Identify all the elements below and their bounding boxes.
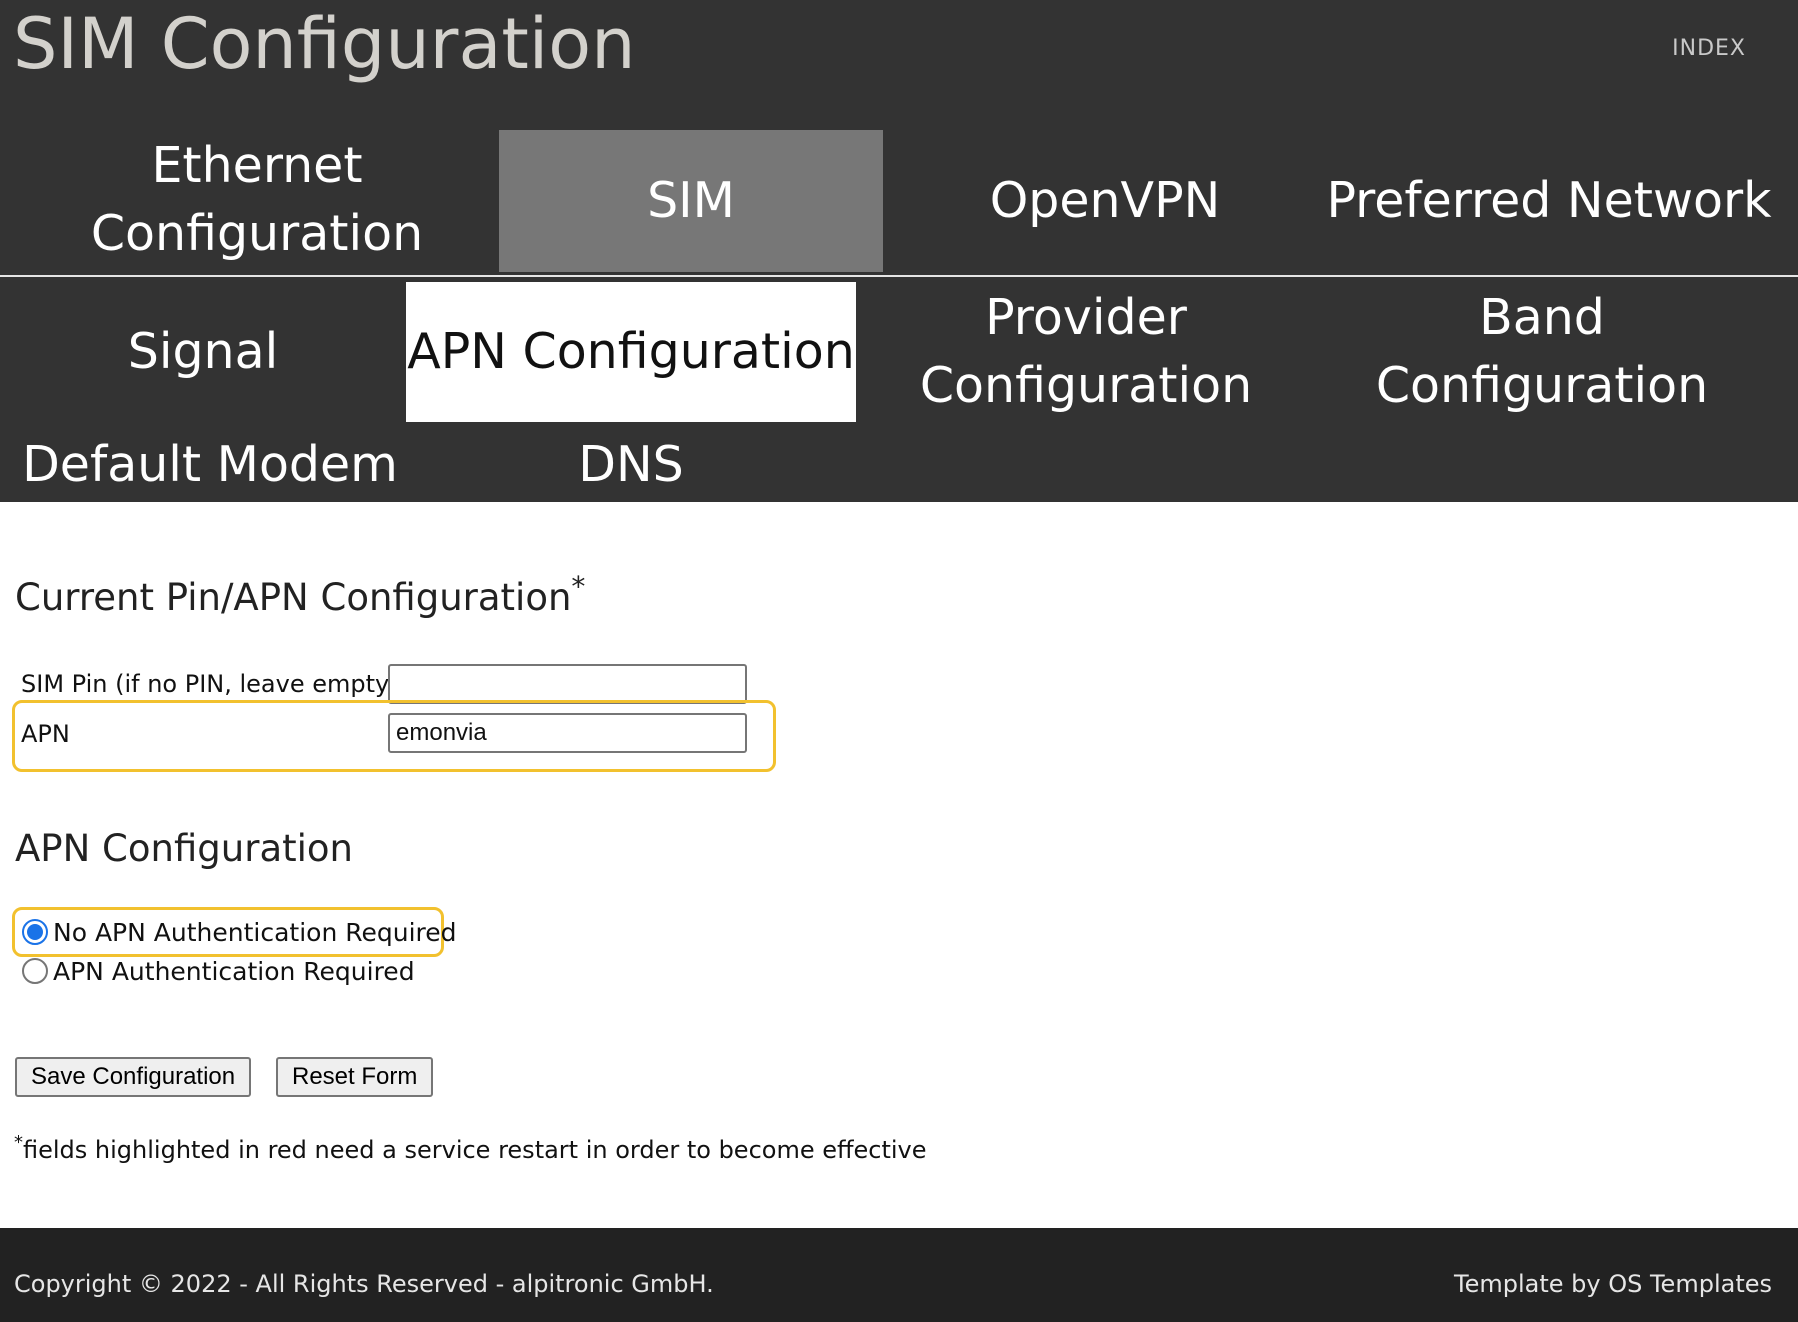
tab-openvpn[interactable]: OpenVPN xyxy=(910,130,1300,272)
radio-apn-auth[interactable]: APN Authentication Required xyxy=(22,952,415,990)
save-configuration-button[interactable]: Save Configuration xyxy=(15,1057,252,1097)
subtab-default-modem[interactable]: Default Modem xyxy=(0,430,420,500)
nav-divider xyxy=(0,275,1798,277)
apn-row: APN xyxy=(13,700,777,772)
radio-label: APN Authentication Required xyxy=(53,956,415,986)
tab-sim[interactable]: SIM xyxy=(499,130,883,272)
tab-label: Ethernet xyxy=(151,137,363,194)
apn-label: APN xyxy=(21,720,70,748)
main-content: Current Pin/APN Configuration* SIM Pin (… xyxy=(0,502,1798,1228)
subtab-label: DNS xyxy=(578,436,684,493)
subtab-label: APN Configuration xyxy=(407,323,855,380)
subtab-label: Configuration xyxy=(1375,357,1709,414)
sim-pin-input[interactable] xyxy=(388,664,747,704)
radio-label: No APN Authentication Required xyxy=(53,917,457,947)
subtab-signal[interactable]: Signal xyxy=(0,282,406,422)
subtab-band-configuration[interactable]: Band Configuration xyxy=(1340,282,1744,422)
tab-label: OpenVPN xyxy=(989,172,1221,229)
subtab-label: Configuration xyxy=(919,357,1253,414)
tab-label: Configuration xyxy=(90,205,424,262)
section-title-text: Current Pin/APN Configuration xyxy=(15,576,572,619)
page-title: SIM Configuration xyxy=(13,3,636,85)
tab-label: SIM xyxy=(647,172,735,229)
sim-pin-label: SIM Pin (if no PIN, leave empty) xyxy=(21,670,399,698)
reset-form-button[interactable]: Reset Form xyxy=(276,1057,434,1097)
subtab-label: Provider xyxy=(985,289,1187,346)
apn-input[interactable] xyxy=(388,713,747,753)
tab-preferred-network[interactable]: Preferred Network xyxy=(1310,130,1788,272)
subtab-label: Band xyxy=(1479,289,1605,346)
subtab-label: Default Modem xyxy=(22,436,398,493)
tab-ethernet-configuration[interactable]: Ethernet Configuration xyxy=(0,130,514,270)
site-footer: Copyright © 2022 - All Rights Reserved -… xyxy=(0,1228,1798,1322)
radio-button-selected[interactable] xyxy=(22,919,48,945)
radio-button[interactable] xyxy=(22,958,48,984)
subtab-apn-configuration[interactable]: APN Configuration xyxy=(406,282,856,422)
radio-no-apn-auth[interactable]: No APN Authentication Required xyxy=(22,913,457,951)
subtab-label: Signal xyxy=(127,323,279,380)
footnote-text: fields highlighted in red need a service… xyxy=(23,1136,927,1164)
apn-configuration-title: APN Configuration xyxy=(15,827,353,870)
tab-label: Preferred Network xyxy=(1326,172,1772,229)
site-header: SIM Configuration INDEX Ethernet Configu… xyxy=(0,0,1798,502)
footnote-marker: * xyxy=(14,1132,23,1153)
pin-apn-section-title: Current Pin/APN Configuration* xyxy=(15,570,585,619)
copyright-text: Copyright © 2022 - All Rights Reserved -… xyxy=(14,1270,714,1298)
restart-footnote: *fields highlighted in red need a servic… xyxy=(14,1132,927,1164)
subtab-provider-configuration[interactable]: Provider Configuration xyxy=(886,282,1286,422)
index-link[interactable]: INDEX xyxy=(1672,36,1746,61)
template-credit[interactable]: Template by OS Templates xyxy=(1454,1270,1772,1298)
subtab-dns[interactable]: DNS xyxy=(520,430,742,500)
restart-marker: * xyxy=(571,570,586,603)
